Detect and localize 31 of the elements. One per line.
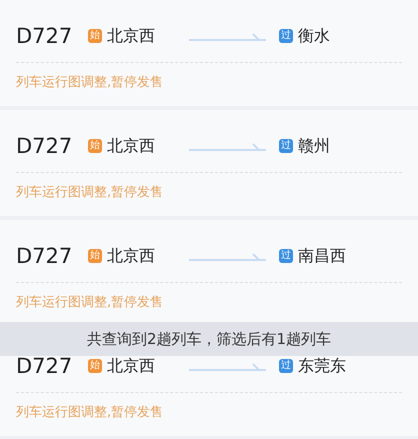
station-badge: 始 <box>88 139 102 153</box>
station-name: 北京西 <box>107 246 155 266</box>
station-name: 北京西 <box>107 356 155 376</box>
station-name: 北京西 <box>107 136 155 156</box>
train-number: D727 <box>16 134 74 158</box>
status-text: 列车运行图调整,暂停发售 <box>16 294 164 311</box>
station-badge: 始 <box>88 29 102 43</box>
station-badge: 过 <box>279 29 293 43</box>
arrow-icon <box>189 33 267 43</box>
station-badge: 始 <box>88 249 102 263</box>
arrow-icon <box>189 363 267 373</box>
station-name: 赣州 <box>298 136 330 156</box>
arrow-icon <box>189 143 267 153</box>
station-name: 东莞东 <box>298 356 346 376</box>
station-badge: 过 <box>279 359 293 373</box>
status-text: 列车运行图调整,暂停发售 <box>16 184 164 201</box>
train-card[interactable]: D727 始 北京西 过 赣州 列车运行图调整,暂停发售 <box>0 110 418 216</box>
station-badge: 始 <box>88 359 102 373</box>
result-toast: 共查询到2趟列车，筛选后有1趟列车 <box>0 322 418 356</box>
station-name: 南昌西 <box>298 246 346 266</box>
train-card[interactable]: D727 始 北京西 过 衡水 列车运行图调整,暂停发售 <box>0 0 418 106</box>
train-number: D727 <box>16 24 74 48</box>
station-name: 衡水 <box>298 26 330 46</box>
train-number: D727 <box>16 244 74 268</box>
status-text: 列车运行图调整,暂停发售 <box>16 74 164 91</box>
station-name: 北京西 <box>107 26 155 46</box>
station-badge: 过 <box>279 249 293 263</box>
train-number: D727 <box>16 354 74 378</box>
status-text: 列车运行图调整,暂停发售 <box>16 404 164 421</box>
station-badge: 过 <box>279 139 293 153</box>
arrow-icon <box>189 253 267 263</box>
